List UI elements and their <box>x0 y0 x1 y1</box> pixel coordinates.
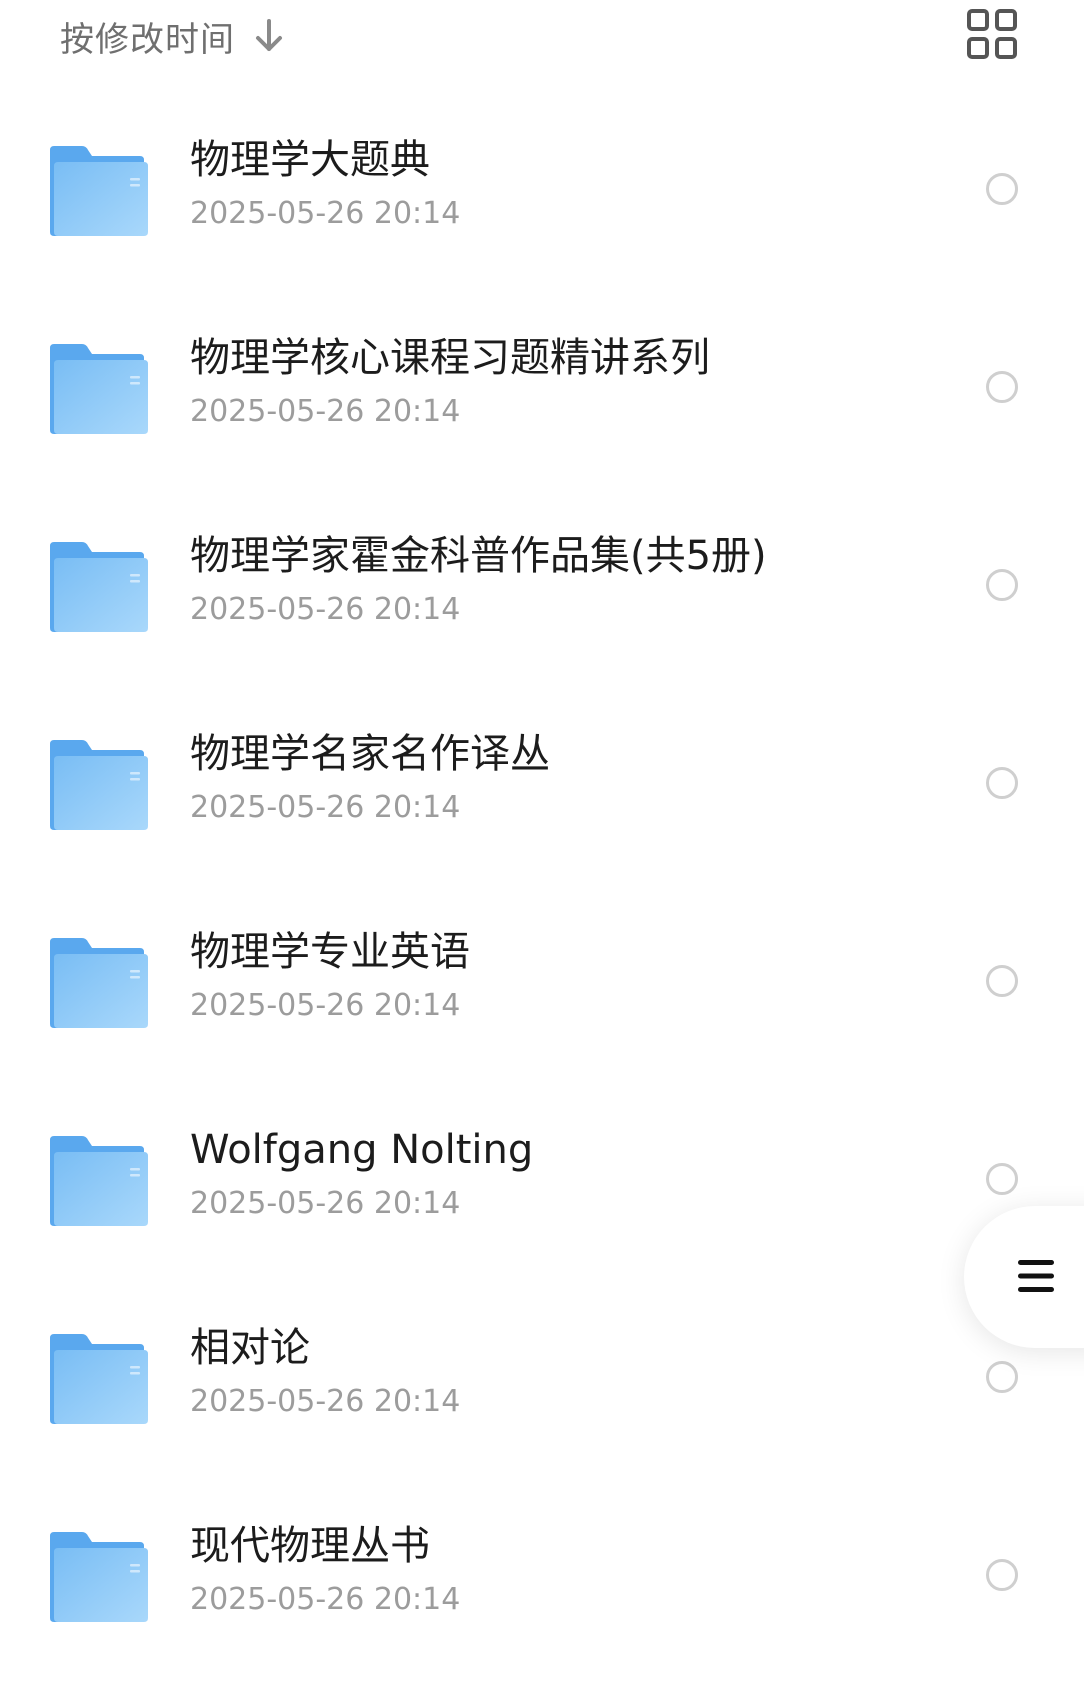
select-radio[interactable] <box>986 569 1018 601</box>
sort-by-modified-time-button[interactable]: 按修改时间 <box>60 8 283 64</box>
list-item[interactable]: 现代物理丛书 2025-05-26 20:14 <box>0 1486 1084 1684</box>
item-name: 物理学专业英语 <box>190 929 470 975</box>
folder-icon <box>48 144 148 238</box>
select-radio[interactable] <box>986 173 1018 205</box>
item-date: 2025-05-26 20:14 <box>190 196 461 231</box>
folder-icon <box>48 1134 148 1228</box>
item-date: 2025-05-26 20:14 <box>190 592 461 627</box>
item-date: 2025-05-26 20:14 <box>190 394 461 429</box>
item-name: 物理学大题典 <box>190 137 430 183</box>
list-item[interactable]: 物理学专业英语 2025-05-26 20:14 <box>0 892 1084 1090</box>
item-name: 物理学核心课程习题精讲系列 <box>190 335 710 381</box>
item-name: 物理学名家名作译丛 <box>190 731 550 777</box>
item-name: 现代物理丛书 <box>190 1523 430 1569</box>
list-item[interactable]: Wolfgang Nolting 2025-05-26 20:14 <box>0 1090 1084 1288</box>
select-radio[interactable] <box>986 1559 1018 1591</box>
list-item[interactable]: 相对论 2025-05-26 20:14 <box>0 1288 1084 1486</box>
item-name: Wolfgang Nolting <box>190 1127 534 1173</box>
folder-icon <box>48 738 148 832</box>
folder-icon <box>48 1332 148 1426</box>
select-radio[interactable] <box>986 965 1018 997</box>
list-item[interactable]: 物理学大题典 2025-05-26 20:14 <box>0 100 1084 298</box>
folder-icon <box>48 936 148 1030</box>
folder-icon <box>48 1530 148 1624</box>
folder-icon <box>48 342 148 436</box>
select-radio[interactable] <box>986 1361 1018 1393</box>
select-radio[interactable] <box>986 1163 1018 1195</box>
select-radio[interactable] <box>986 767 1018 799</box>
toolbar: 按修改时间 <box>0 0 1084 80</box>
grid-view-icon[interactable] <box>966 8 1018 60</box>
item-date: 2025-05-26 20:14 <box>190 790 461 825</box>
list-item[interactable]: 物理学名家名作译丛 2025-05-26 20:14 <box>0 694 1084 892</box>
item-name: 相对论 <box>190 1325 310 1371</box>
folder-icon <box>48 540 148 634</box>
list-item[interactable]: 物理学核心课程习题精讲系列 2025-05-26 20:14 <box>0 298 1084 496</box>
item-date: 2025-05-26 20:14 <box>190 1582 461 1617</box>
item-date: 2025-05-26 20:14 <box>190 1384 461 1419</box>
item-date: 2025-05-26 20:14 <box>190 1186 461 1221</box>
sort-label: 按修改时间 <box>60 19 235 60</box>
select-radio[interactable] <box>986 371 1018 403</box>
item-name: 物理学家霍金科普作品集(共5册) <box>190 533 767 579</box>
arrow-down-icon <box>255 19 283 53</box>
menu-icon <box>1016 1256 1056 1300</box>
list-item[interactable]: 物理学家霍金科普作品集(共5册) 2025-05-26 20:14 <box>0 496 1084 694</box>
item-date: 2025-05-26 20:14 <box>190 988 461 1023</box>
file-list: 物理学大题典 2025-05-26 20:14 物理学核心课程习题精讲系列 20… <box>0 100 1084 1684</box>
